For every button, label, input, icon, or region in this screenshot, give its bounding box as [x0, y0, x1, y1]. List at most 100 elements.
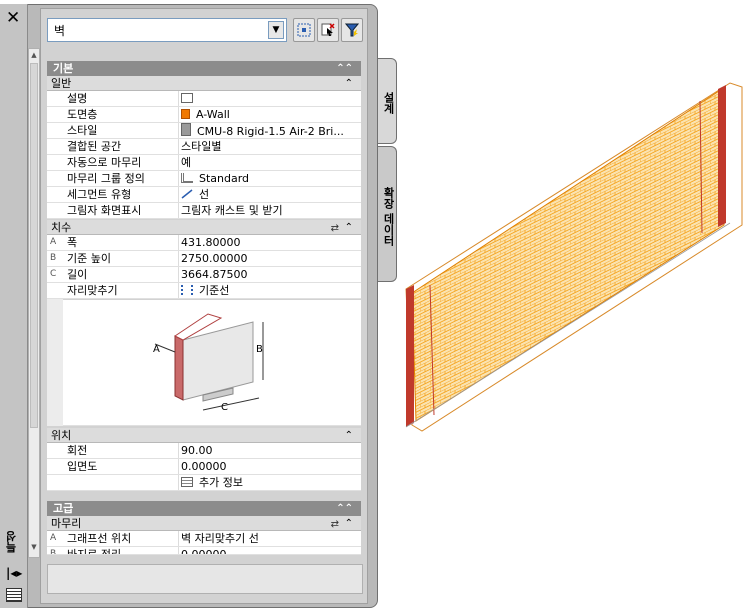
palette-title: 특성: [5, 531, 18, 553]
select-objects-button[interactable]: [317, 18, 339, 42]
style-value: CMU-8 Rigid-1.5 Air-2 Bri...: [197, 125, 344, 138]
property-row-rotation[interactable]: 회전 90.00: [47, 443, 361, 459]
group-dimensions[interactable]: 치수 ⇄ ⌃: [47, 220, 361, 235]
property-value[interactable]: 0.00000: [178, 459, 360, 474]
property-row-style[interactable]: 스타일 CMU-8 Rigid-1.5 Air-2 Bri...: [47, 123, 361, 139]
select-objects-icon: [321, 23, 335, 36]
scroll-down-icon[interactable]: ▼: [29, 543, 39, 551]
dimension-key: B: [50, 253, 57, 263]
group-finish[interactable]: 마무리 ⇄ ⌃: [47, 516, 361, 531]
property-value[interactable]: 3664.87500: [178, 267, 360, 282]
description-panel: [47, 564, 363, 594]
line-segment-icon: [181, 189, 193, 199]
property-label: 그래프선 위치: [67, 532, 132, 545]
property-row-additional-info[interactable]: 추가 정보: [47, 475, 361, 491]
scroll-thumb[interactable]: [30, 63, 38, 428]
justify-icon: [181, 285, 193, 295]
property-value[interactable]: A-Wall: [178, 107, 360, 122]
scroll-up-icon[interactable]: ▲: [29, 51, 39, 59]
property-label: 바지로 정리: [67, 548, 122, 555]
diagram-label-c: C: [221, 402, 228, 413]
property-row-segment-type[interactable]: 세그먼트 유형 선: [47, 187, 361, 203]
finish-key: B: [50, 549, 57, 555]
group-location[interactable]: 위치 ⌃: [47, 428, 361, 443]
group-finish-label: 마무리: [51, 517, 82, 530]
property-label: 자동으로 마무리: [67, 156, 142, 169]
chevron-up-icon[interactable]: ⌃: [345, 428, 353, 443]
object-type-select[interactable]: 벽 ▼: [47, 18, 287, 42]
palette-titlebar[interactable]: ✕ 특성 |◂▸: [0, 4, 28, 608]
group-general[interactable]: 일반 ⌃: [47, 76, 361, 91]
collapse-icon[interactable]: ⌃⌃: [336, 61, 353, 76]
property-value[interactable]: 0.00000: [178, 547, 360, 554]
property-value[interactable]: 추가 정보: [178, 475, 360, 490]
tab-extended-data[interactable]: 확장 데이터: [378, 146, 397, 282]
property-value[interactable]: 2750.00000: [178, 251, 360, 266]
property-label: 스타일: [67, 124, 98, 137]
property-row-layer[interactable]: 도면층 A-Wall: [47, 107, 361, 123]
collapse-icon[interactable]: ⌃⌃: [336, 501, 353, 516]
layer-color-swatch: [181, 109, 190, 119]
additional-info-icon: [181, 477, 193, 487]
property-value[interactable]: 그림자 캐스트 및 받기: [178, 203, 360, 218]
property-row-width[interactable]: A 폭 431.80000: [47, 235, 361, 251]
property-row-cleanup-auto[interactable]: 자동으로 마무리 예: [47, 155, 361, 171]
property-value[interactable]: 431.80000: [178, 235, 360, 250]
layer-value: A-Wall: [196, 108, 230, 121]
property-value[interactable]: [178, 91, 360, 106]
property-label: 폭: [67, 236, 78, 249]
section-advanced[interactable]: 고급 ⌃⌃: [47, 501, 361, 516]
property-row-length[interactable]: C 길이 3664.87500: [47, 267, 361, 283]
property-value[interactable]: 벽 자리맞추기 선: [178, 531, 360, 546]
property-value[interactable]: 선: [178, 187, 360, 202]
property-row-elevation[interactable]: 입면도 0.00000: [47, 459, 361, 475]
section-basic-label: 기본: [53, 62, 74, 75]
property-label: 설명: [67, 92, 88, 105]
dimension-key: C: [50, 269, 57, 279]
justify-value: 기준선: [199, 284, 230, 297]
tab-extended-data-label: 확장 데이터: [382, 186, 395, 246]
property-label: 그림자 화면표시: [67, 204, 142, 217]
section-basic[interactable]: 기본 ⌃⌃: [47, 61, 361, 76]
chevron-down-icon[interactable]: ▼: [268, 21, 284, 39]
diagram-label-a: A: [153, 344, 160, 355]
chevron-up-icon[interactable]: ⌃: [345, 516, 353, 531]
quick-select-button[interactable]: [341, 18, 363, 42]
property-row-description[interactable]: 설명: [47, 91, 361, 107]
chevron-up-icon[interactable]: ⌃: [345, 220, 353, 235]
property-value[interactable]: 스타일별: [178, 139, 360, 154]
wall-dimension-diagram: A B C: [63, 300, 361, 426]
property-value[interactable]: 기준선: [178, 283, 360, 298]
object-type-value: 벽: [54, 24, 66, 38]
wall-diagram-graphic: [154, 313, 264, 411]
auto-hide-icon[interactable]: |◂▸: [6, 566, 22, 580]
dimension-key: A: [50, 237, 57, 247]
property-value[interactable]: 예: [178, 155, 360, 170]
section-advanced-label: 고급: [53, 502, 74, 515]
property-row-base-height[interactable]: B 기준 높이 2750.00000: [47, 251, 361, 267]
cleanup-group-icon: [181, 173, 193, 183]
property-row-shadow-display[interactable]: 그림자 화면표시 그림자 캐스트 및 받기: [47, 203, 361, 219]
chevron-up-icon[interactable]: ⌃: [345, 76, 353, 91]
property-value[interactable]: 90.00: [178, 443, 360, 458]
tab-design[interactable]: 설계: [378, 58, 397, 144]
property-value[interactable]: Standard: [178, 171, 360, 186]
property-row-offset[interactable]: B 바지로 정리 0.00000: [47, 547, 361, 555]
toggle-pickadd-button[interactable]: [293, 18, 315, 42]
vertical-scrollbar[interactable]: ▲ ▼: [28, 48, 40, 558]
palette-menu-icon[interactable]: [6, 588, 22, 602]
property-row-bound-spaces[interactable]: 결합된 공간 스타일별: [47, 139, 361, 155]
group-dimensions-label: 치수: [51, 221, 72, 234]
property-row-cleanup-group[interactable]: 마무리 그룹 정의 Standard: [47, 171, 361, 187]
finish-settings-icon[interactable]: ⇄: [331, 517, 339, 532]
style-swatch-icon: [181, 123, 191, 136]
property-row-graph-line[interactable]: A 그래프선 위치 벽 자리맞추기 선: [47, 531, 361, 547]
property-label: 도면층: [67, 108, 98, 121]
property-value[interactable]: CMU-8 Rigid-1.5 Air-2 Bri...: [178, 123, 360, 138]
property-row-justify[interactable]: 자리맞추기 기준선: [47, 283, 361, 299]
palette-tabs: 설계 확장 데이터: [378, 4, 398, 608]
property-label: 회전: [67, 444, 88, 457]
wall-3d-model[interactable]: [400, 75, 746, 435]
close-icon[interactable]: ✕: [6, 10, 20, 27]
dimension-settings-icon[interactable]: ⇄: [331, 221, 339, 236]
